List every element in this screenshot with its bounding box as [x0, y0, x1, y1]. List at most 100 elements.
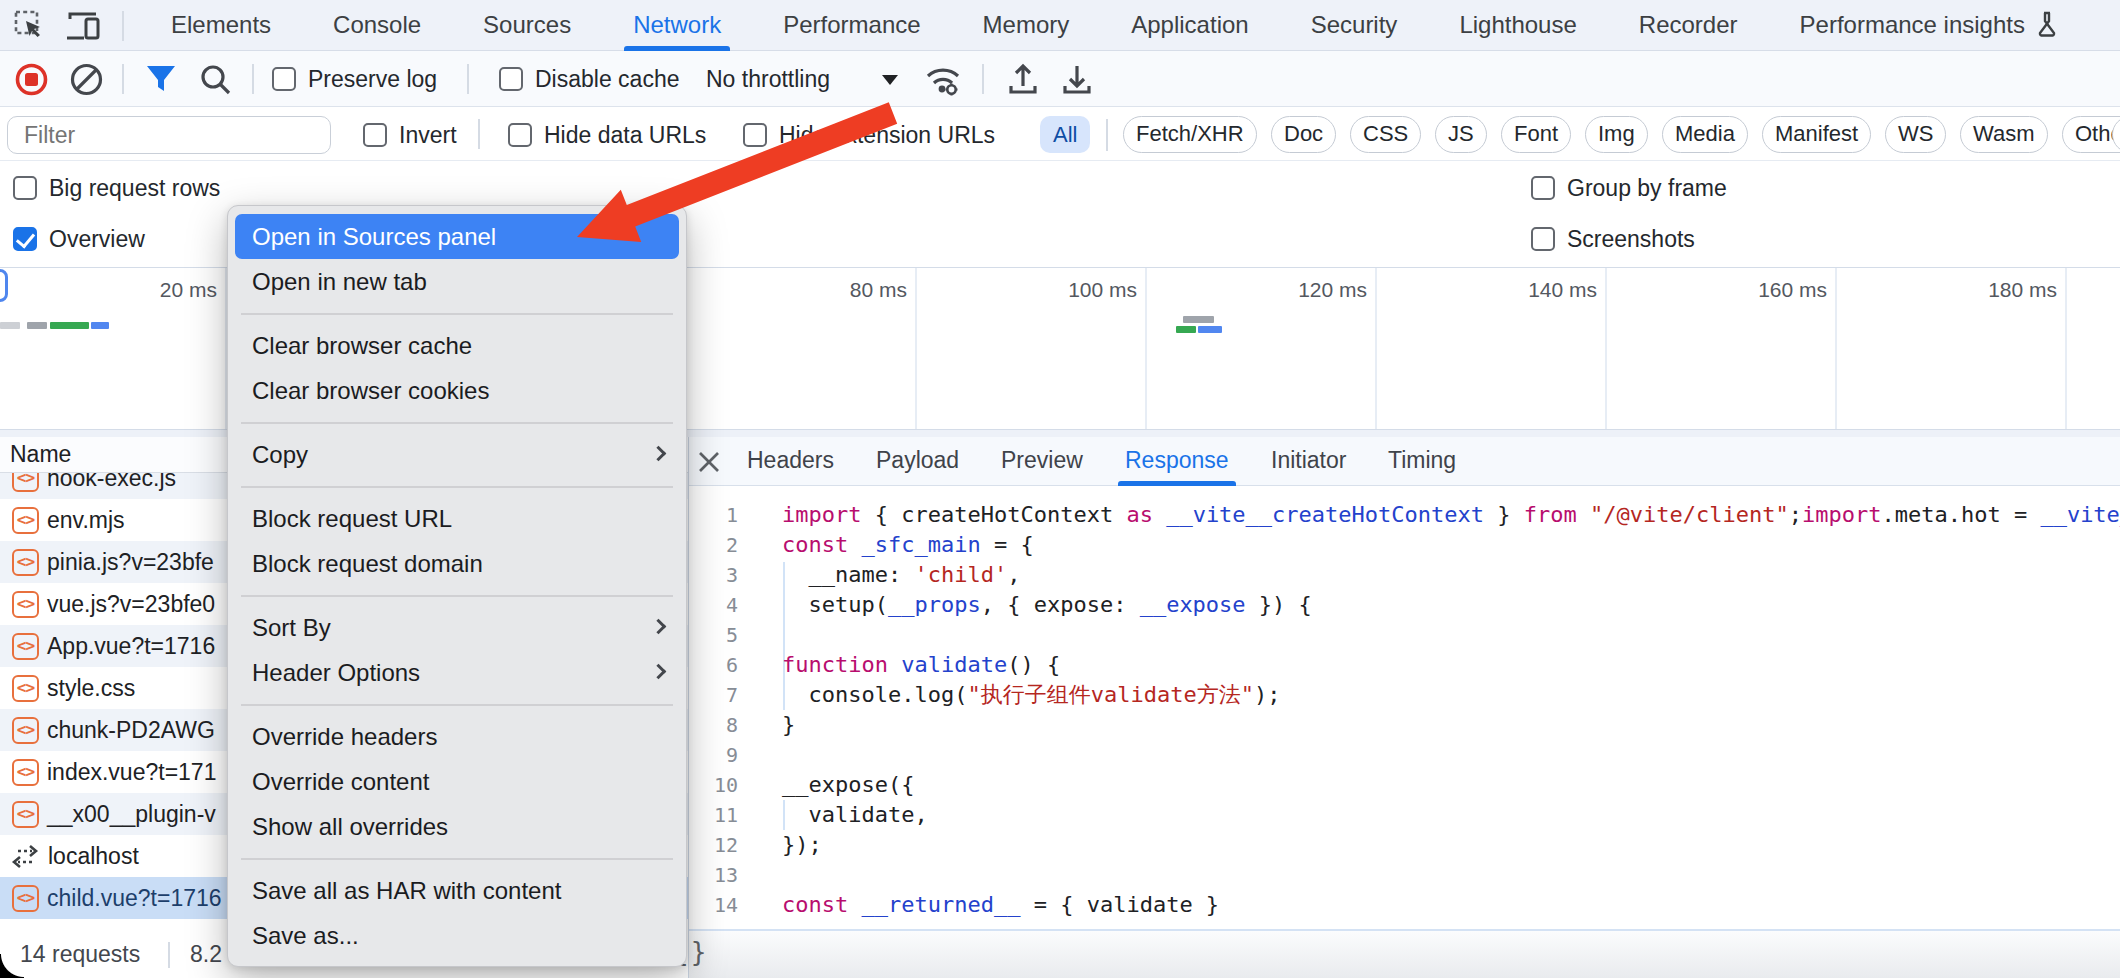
menu-item-show-all-overrides[interactable]: Show all overrides [228, 804, 686, 849]
code-line: 6 function validate() { [689, 650, 2120, 680]
menu-item-save-as[interactable]: Save as... [228, 913, 686, 958]
tab-security[interactable]: Security [1280, 0, 1429, 51]
type-filter-font[interactable]: Font [1501, 116, 1571, 153]
throttling-caret-icon[interactable] [880, 74, 900, 86]
response-code-view[interactable]: 1import { createHotContext as __vite__cr… [689, 486, 2120, 929]
export-har-icon[interactable] [1060, 62, 1094, 96]
tab-lighthouse[interactable]: Lighthouse [1428, 0, 1607, 51]
type-filter-doc[interactable]: Doc [1271, 116, 1336, 153]
menu-item-open-in-sources-panel[interactable]: Open in Sources panel [235, 214, 679, 259]
detail-tab-headers[interactable]: Headers [747, 437, 834, 486]
preserve-log-checkbox[interactable] [272, 67, 296, 91]
menu-separator [228, 695, 686, 714]
type-filter-fetch-xhr[interactable]: Fetch/XHR [1123, 116, 1257, 153]
request-name: env.mjs [47, 507, 125, 534]
group-by-frame-checkbox[interactable] [1531, 176, 1555, 200]
type-filter-css[interactable]: CSS [1350, 116, 1421, 153]
request-name: __x00__plugin-v [47, 801, 216, 828]
devtools-tabbar: ElementsConsoleSourcesNetworkPerformance… [0, 0, 2120, 51]
import-har-icon[interactable] [1006, 62, 1040, 96]
script-file-icon: <> [12, 549, 39, 576]
hide-extension-urls-checkbox[interactable] [743, 123, 767, 147]
line-number: 5 [689, 620, 738, 650]
requests-count: 14 requests [20, 941, 140, 968]
script-file-icon: <> [12, 717, 39, 744]
tab-overflow[interactable]: Ed [2090, 0, 2120, 51]
tab-network[interactable]: Network [602, 0, 752, 51]
detail-tab-payload[interactable]: Payload [876, 437, 959, 486]
type-filter-wasm[interactable]: Wasm [1960, 116, 2048, 153]
detail-tab-preview[interactable]: Preview [1001, 437, 1083, 486]
type-filter-img[interactable]: Img [1585, 116, 1648, 153]
tab-memory[interactable]: Memory [952, 0, 1101, 51]
menu-separator [228, 849, 686, 868]
screenshots-checkbox[interactable] [1531, 227, 1555, 251]
detail-tab-response[interactable]: Response [1125, 437, 1229, 486]
filter-icon[interactable] [145, 64, 177, 94]
invert-label: Invert [399, 122, 457, 149]
line-number: 12 [689, 830, 738, 860]
timeline-tick-label: 120 ms [1217, 278, 1367, 302]
device-toolbar-icon[interactable] [66, 11, 102, 41]
search-icon[interactable] [199, 63, 232, 96]
clear-icon[interactable] [70, 63, 103, 96]
request-detail-panel: Headers Payload Preview Response Initiator Ti… [688, 437, 2120, 978]
timeline-gridline [915, 268, 917, 429]
menu-item-open-in-new-tab[interactable]: Open in new tab [228, 259, 686, 304]
record-icon[interactable] [15, 63, 48, 96]
type-filter-manifest[interactable]: Manifest [1762, 116, 1871, 153]
menu-item-block-request-url[interactable]: Block request URL [228, 496, 686, 541]
menu-item-copy[interactable]: Copy [228, 432, 686, 477]
inspect-element-icon[interactable] [14, 10, 46, 42]
timeline-tick-label: 140 ms [1447, 278, 1597, 302]
overview-checkbox[interactable] [13, 227, 37, 251]
tab-recorder[interactable]: Recorder [1608, 0, 1769, 51]
transferred-size: 8.2 [190, 941, 222, 968]
timeline-bar [1176, 326, 1196, 333]
big-request-rows-checkbox[interactable] [13, 176, 37, 200]
timeline-selection-handle[interactable] [0, 269, 8, 302]
hide-data-urls-checkbox[interactable] [508, 123, 532, 147]
close-icon[interactable] [696, 449, 722, 475]
type-filter-js[interactable]: JS [1435, 116, 1487, 153]
tab-application[interactable]: Application [1100, 0, 1279, 51]
code-text: const __returned__ = { validate } [782, 890, 1219, 920]
tab-performance[interactable]: Performance [752, 0, 951, 51]
menu-item-clear-browser-cache[interactable]: Clear browser cache [228, 323, 686, 368]
type-filter-ws[interactable]: WS [1885, 116, 1946, 153]
menu-item-save-all-as-har-with-content[interactable]: Save all as HAR with content [228, 868, 686, 913]
type-filter-media[interactable]: Media [1662, 116, 1748, 153]
menu-separator [228, 304, 686, 323]
throttling-select[interactable]: No throttling [706, 66, 830, 93]
screenshots-label: Screenshots [1567, 226, 1695, 253]
toolbar-separator [478, 119, 480, 149]
menu-item-clear-browser-cookies[interactable]: Clear browser cookies [228, 368, 686, 413]
menu-item-sort-by[interactable]: Sort By [228, 605, 686, 650]
code-text: __name: 'child', [782, 560, 1020, 590]
line-number: 9 [689, 740, 738, 770]
detail-tab-initiator[interactable]: Initiator [1271, 437, 1346, 486]
menu-item-override-headers[interactable]: Override headers [228, 714, 686, 759]
tab-sources[interactable]: Sources [452, 0, 602, 51]
menu-item-block-request-domain[interactable]: Block request domain [228, 541, 686, 586]
type-filter-all[interactable]: All [1040, 116, 1090, 153]
filter-input[interactable] [7, 116, 331, 154]
tab-performance-insights[interactable]: Performance insights [1769, 0, 2090, 51]
network-conditions-icon[interactable] [922, 63, 964, 97]
line-number: 6 [689, 650, 738, 680]
invert-checkbox[interactable] [363, 123, 387, 147]
code-line: 8} [689, 710, 2120, 740]
request-name: index.vue?t=171 [47, 759, 216, 786]
detail-tab-timing[interactable]: Timing [1388, 437, 1456, 486]
tab-elements[interactable]: Elements [140, 0, 302, 51]
menu-separator [228, 413, 686, 432]
disable-cache-checkbox[interactable] [499, 67, 523, 91]
timeline-gridline [1145, 268, 1147, 429]
window-corner [0, 954, 24, 978]
preserve-log-label: Preserve log [308, 66, 437, 93]
code-text: function validate() { [782, 650, 1060, 680]
menu-item-override-content[interactable]: Override content [228, 759, 686, 804]
tab-console[interactable]: Console [302, 0, 452, 51]
menu-item-header-options[interactable]: Header Options [228, 650, 686, 695]
timeline-gridline [1375, 268, 1377, 429]
